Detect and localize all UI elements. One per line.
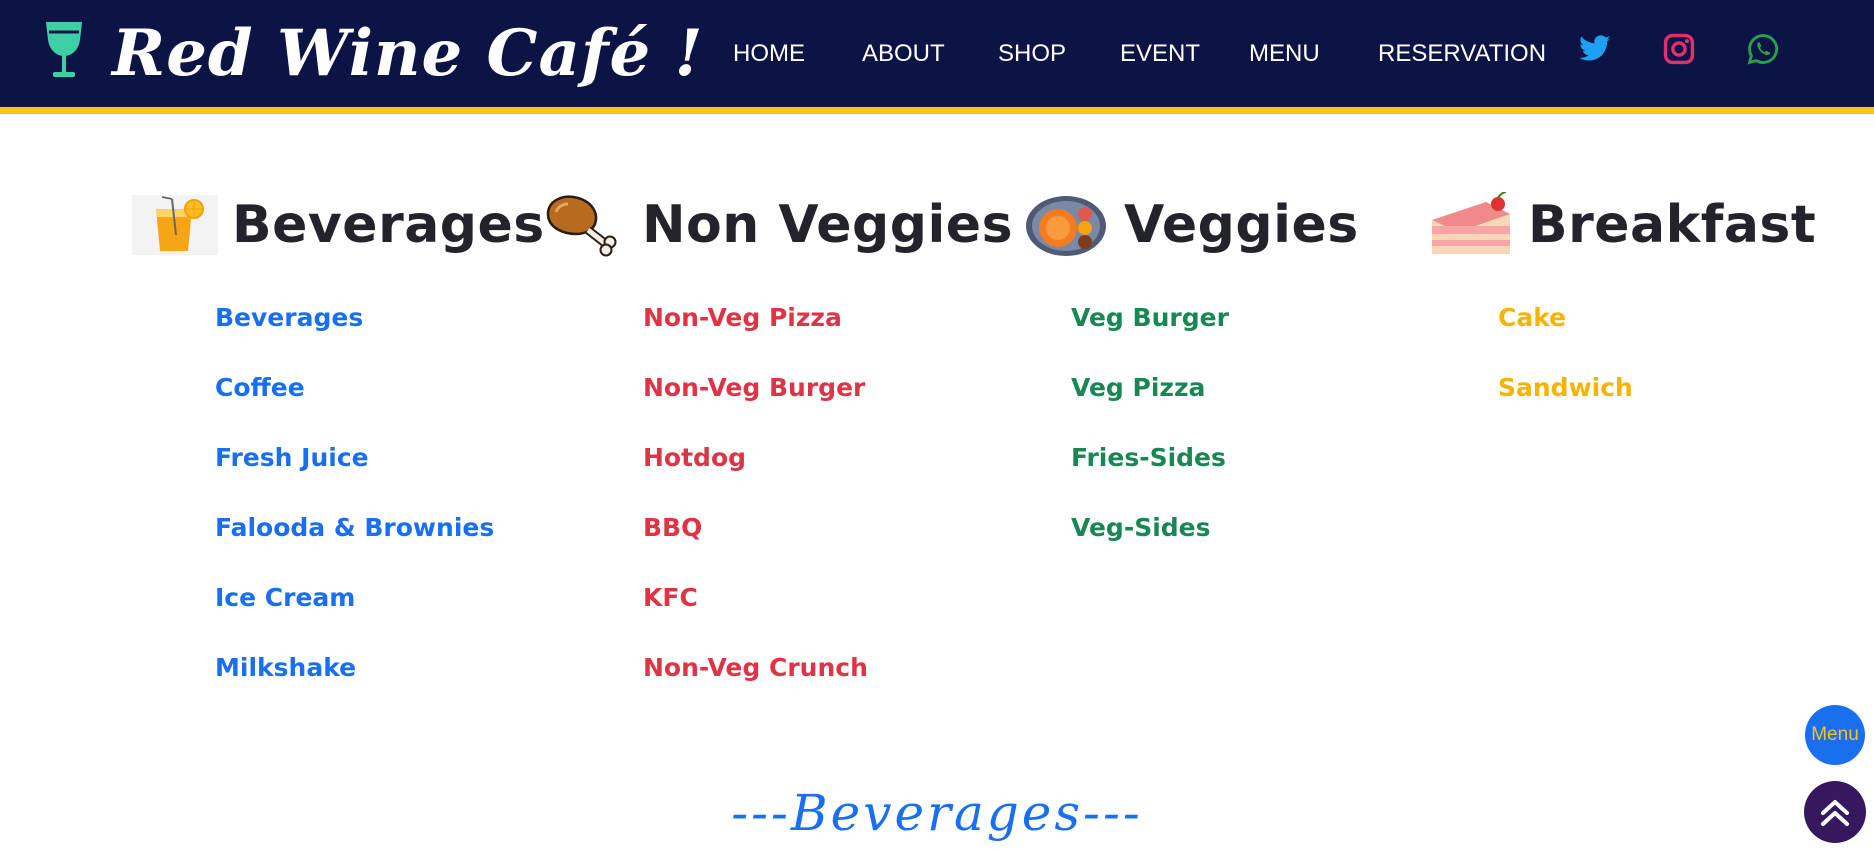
nav-home[interactable]: HOME [733,38,805,70]
category-title: Veggies [1124,195,1359,255]
nav-event[interactable]: EVENT [1120,38,1200,70]
category-breakfast: Breakfast [1428,190,1816,260]
veggies-links: Veg Burger Veg Pizza Fries-Sides Veg-Sid… [1071,296,1229,576]
menu-floating-button[interactable]: Menu [1805,705,1865,765]
non-veggies-links: Non-Veg Pizza Non-Veg Burger Hotdog BBQ … [643,296,868,716]
twitter-icon[interactable] [1578,32,1612,66]
chicken-leg-icon [546,195,617,257]
menu-link[interactable]: Non-Veg Crunch [643,646,868,716]
category-title: Breakfast [1528,195,1817,255]
brand-name[interactable]: Red Wine Café ! [112,14,704,94]
section-title: ---Beverages--- [731,784,1143,842]
category-title: Beverages [232,195,545,255]
category-non-veggies: Non Veggies [542,190,1013,260]
menu-link[interactable]: Beverages [215,296,494,366]
menu-link[interactable]: Veg-Sides [1071,506,1229,576]
menu-link[interactable]: Milkshake [215,646,494,716]
whatsapp-icon[interactable] [1746,32,1780,66]
menu-link[interactable]: Fresh Juice [215,436,494,506]
category-veggies: Veggies [1024,190,1359,260]
category-title: Non Veggies [642,195,1014,255]
menu-link[interactable]: BBQ [643,506,868,576]
navbar: Red Wine Café ! HOME ABOUT SHOP EVENT ME… [0,0,1874,114]
menu-link[interactable]: Sandwich [1498,366,1633,436]
wine-glass-icon [46,22,82,77]
menu-link[interactable]: Cake [1498,296,1633,366]
menu-link[interactable]: Coffee [215,366,494,436]
menu-link[interactable]: Veg Burger [1071,296,1229,366]
instagram-icon[interactable] [1662,32,1696,66]
menu-link[interactable]: Ice Cream [215,576,494,646]
menu-link[interactable]: Veg Pizza [1071,366,1229,436]
menu-link[interactable]: Non-Veg Burger [643,366,868,436]
menu-link[interactable]: Falooda & Brownies [215,506,494,576]
menu-link[interactable]: KFC [643,576,868,646]
nav-about[interactable]: ABOUT [862,38,945,70]
breakfast-links: Cake Sandwich [1498,296,1633,436]
beverages-links: Beverages Coffee Fresh Juice Falooda & B… [215,296,494,716]
veg-plate-icon [1026,196,1106,256]
menu-link[interactable]: Hotdog [643,436,868,506]
nav-menu[interactable]: MENU [1249,38,1320,70]
menu-link[interactable]: Non-Veg Pizza [643,296,868,366]
nav-reservation[interactable]: RESERVATION [1378,38,1546,70]
juice-glass-icon [132,195,218,255]
menu-link[interactable]: Fries-Sides [1071,436,1229,506]
nav-shop[interactable]: SHOP [998,38,1066,70]
category-beverages: Beverages [132,190,545,260]
cake-slice-icon [1432,192,1510,254]
